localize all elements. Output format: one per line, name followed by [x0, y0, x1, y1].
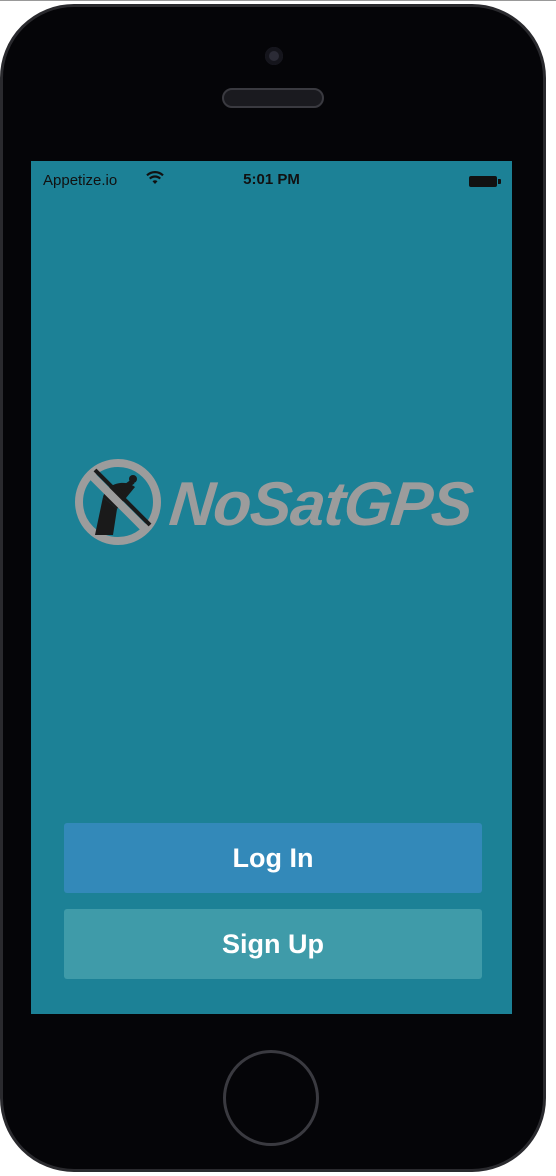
speaker-grille — [222, 88, 324, 108]
phone-frame: Appetize.io 5:01 PM NoSatGPS Log In Sign… — [0, 4, 546, 1172]
camera-icon — [265, 47, 283, 65]
battery-tip — [498, 179, 501, 184]
signup-button[interactable]: Sign Up — [64, 909, 482, 979]
home-button[interactable] — [223, 1050, 319, 1146]
login-button[interactable]: Log In — [64, 823, 482, 893]
no-satellite-icon — [75, 459, 161, 545]
battery-icon — [469, 176, 497, 187]
logo-wordmark: NoSatGPS — [166, 470, 476, 539]
status-bar: Appetize.io 5:01 PM — [31, 161, 512, 195]
status-time: 5:01 PM — [243, 171, 300, 188]
app-screen: Appetize.io 5:01 PM NoSatGPS Log In Sign… — [31, 161, 512, 1014]
window-top-border — [0, 0, 556, 1]
app-logo: NoSatGPS — [73, 457, 476, 557]
